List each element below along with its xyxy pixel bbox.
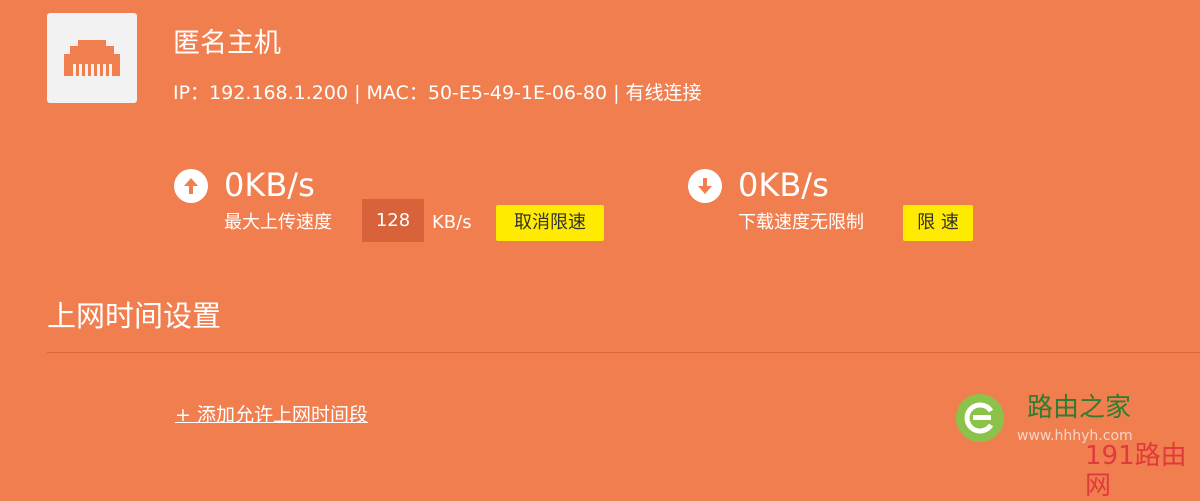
set-limit-button[interactable]: 限 速 <box>903 205 973 241</box>
watermark-site: 191路由网 <box>1085 441 1187 501</box>
download-limit-label: 下载速度无限制 <box>738 212 864 233</box>
arrow-down-icon <box>688 169 722 203</box>
add-time-slot-link[interactable]: + 添加允许上网时间段 <box>175 402 368 428</box>
host-info: IP：192.168.1.200 | MAC：50-E5-49-1E-06-80… <box>173 82 702 104</box>
section-divider <box>47 352 1200 353</box>
device-icon-box <box>47 13 137 103</box>
ethernet-port-icon <box>64 40 120 76</box>
upload-speed: 0KB/s <box>224 166 315 204</box>
upload-limit-input[interactable]: 128 <box>362 199 424 242</box>
schedule-section-title: 上网时间设置 <box>47 299 222 333</box>
arrow-up-icon <box>174 169 208 203</box>
download-speed: 0KB/s <box>738 166 829 204</box>
watermark-title: 路由之家 <box>1027 393 1132 423</box>
cancel-limit-button[interactable]: 取消限速 <box>496 205 604 241</box>
host-name: 匿名主机 <box>173 28 281 59</box>
watermark-logo-icon <box>956 394 1004 442</box>
upload-limit-unit: KB/s <box>432 212 472 233</box>
upload-limit-label: 最大上传速度 <box>224 212 332 233</box>
watermark: 路由之家 www.hhhyh.com 191路由网 <box>955 385 1200 501</box>
